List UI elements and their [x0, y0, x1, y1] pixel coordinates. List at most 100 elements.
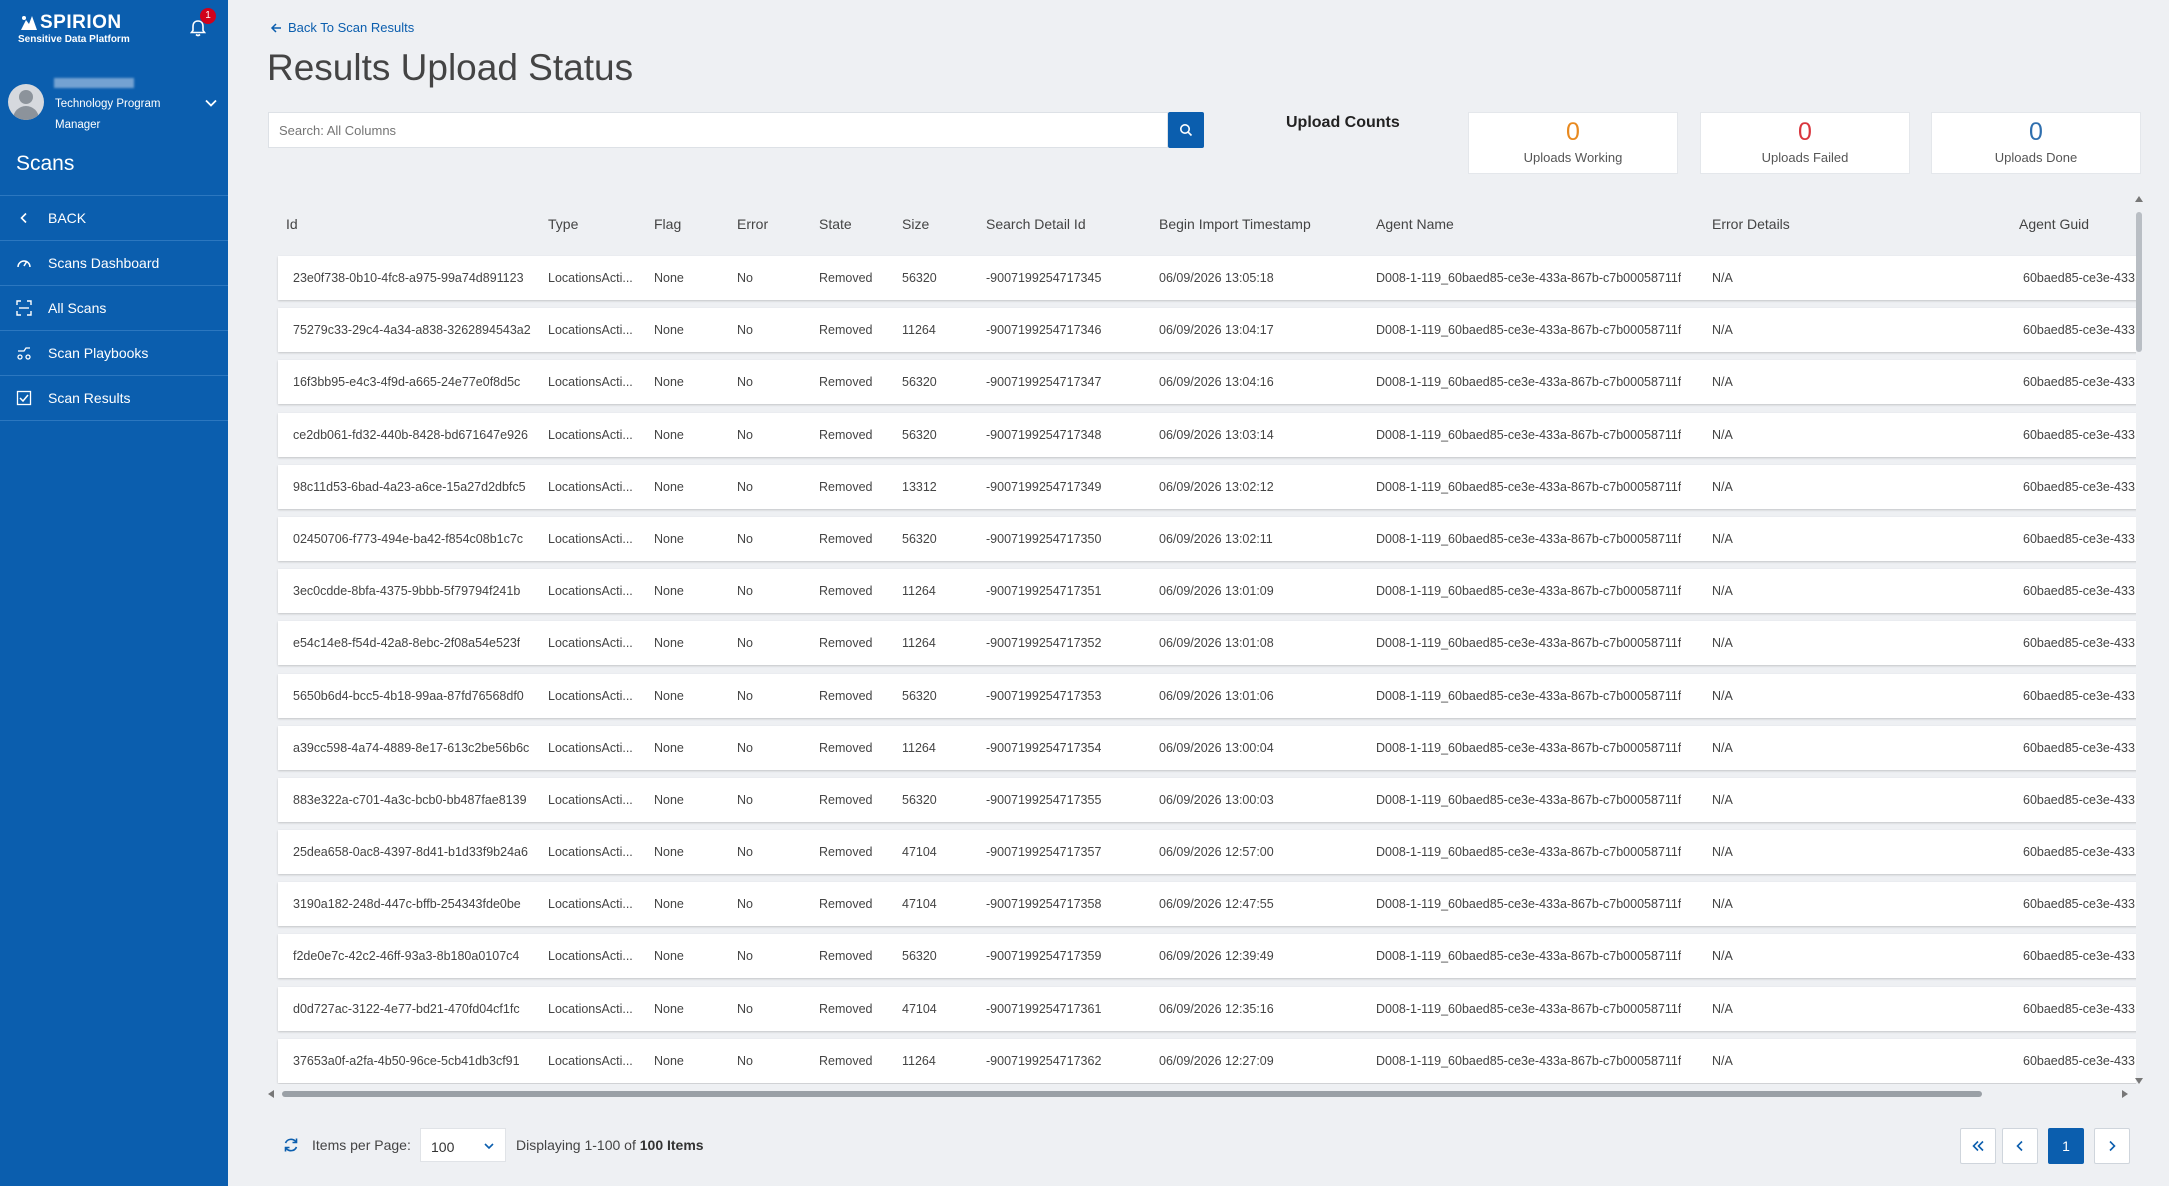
- table-cell: 75279c33-29c4-4a34-a838-3262894543a2: [293, 323, 531, 338]
- table-cell: e54c14e8-f54d-42a8-8ebc-2f08a54e523f: [293, 636, 521, 651]
- table-cell: N/A: [1712, 1053, 1733, 1068]
- table-cell: Removed: [819, 688, 873, 703]
- table-cell: 06/09/2026 13:02:12: [1159, 479, 1274, 494]
- gauge-icon: [16, 255, 32, 271]
- table-row[interactable]: 5650b6d4-bcc5-4b18-99aa-87fd76568df0 Loca…: [278, 673, 2136, 718]
- column-header[interactable]: Type: [548, 216, 578, 232]
- table-row[interactable]: 3190a182-248d-447c-bffb-254343fde0be Loca…: [278, 882, 2136, 927]
- table-cell: 56320: [902, 688, 937, 703]
- horizontal-scroll-thumb[interactable]: [282, 1091, 1982, 1097]
- table-cell: 60baed85-ce3e-433: [2023, 479, 2135, 494]
- table-cell: -9007199254717352: [986, 636, 1102, 651]
- scroll-right-icon[interactable]: [2122, 1090, 2128, 1098]
- user-profile[interactable]: Technology Program Manager: [8, 78, 220, 134]
- table-row[interactable]: 02450706-f773-494e-ba42-f854c08b1c7c Loca…: [278, 516, 2136, 561]
- table-cell: 11264: [902, 584, 936, 599]
- notification-badge: 1: [200, 8, 216, 24]
- spirion-logo[interactable]: SPIRION Sensitive Data Platform: [18, 12, 130, 45]
- first-page-button[interactable]: [1960, 1128, 1996, 1164]
- table-cell: D008-1-119_60baed85-ce3e-433a-867b-c7b00…: [1376, 688, 1682, 703]
- next-page-button[interactable]: [2094, 1128, 2130, 1164]
- vertical-scrollbar[interactable]: [2132, 196, 2146, 1084]
- table-cell: No: [737, 1053, 753, 1068]
- table-cell: D008-1-119_60baed85-ce3e-433a-867b-c7b00…: [1376, 949, 1682, 964]
- table-row[interactable]: 98c11d53-6bad-4a23-a6ce-15a27d2dbfc5 Loca…: [278, 464, 2136, 509]
- uploads-done-card: 0 Uploads Done: [1931, 112, 2141, 174]
- items-per-page-select[interactable]: 100: [420, 1128, 506, 1162]
- table-row[interactable]: 37653a0f-a2fa-4b50-96ce-5cb41db3cf91 Loca…: [278, 1038, 2136, 1083]
- table-cell: None: [654, 427, 684, 442]
- user-role: Technology Program Manager: [55, 98, 161, 131]
- sidebar-item-back[interactable]: BACK: [0, 196, 228, 241]
- vertical-scroll-thumb[interactable]: [2136, 212, 2142, 352]
- table-cell: LocationsActi...: [548, 427, 633, 442]
- sidebar-item-scans-dashboard[interactable]: Scans Dashboard: [0, 241, 228, 286]
- table-cell: None: [654, 792, 684, 807]
- column-header[interactable]: Begin Import Timestamp: [1159, 216, 1311, 232]
- column-header[interactable]: Id: [286, 216, 298, 232]
- table-row[interactable]: 23e0f738-0b10-4fc8-a975-99a74d891123 Loca…: [278, 256, 2136, 300]
- column-header[interactable]: Agent Guid: [2019, 216, 2089, 232]
- table-cell: LocationsActi...: [548, 949, 633, 964]
- back-to-scan-results-link[interactable]: Back To Scan Results: [270, 20, 414, 35]
- column-header[interactable]: Agent Name: [1376, 216, 1454, 232]
- table-cell: None: [654, 949, 684, 964]
- table-cell: No: [737, 688, 753, 703]
- column-header[interactable]: Error Details: [1712, 216, 1790, 232]
- table-row[interactable]: 3ec0cdde-8bfa-4375-9bbb-5f79794f241b Loca…: [278, 569, 2136, 614]
- search-input[interactable]: [269, 113, 1167, 147]
- scroll-down-icon[interactable]: [2135, 1078, 2143, 1084]
- column-header[interactable]: Error: [737, 216, 768, 232]
- table-cell: 25dea658-0ac8-4397-8d41-b1d33f9b24a6: [293, 845, 528, 860]
- scroll-left-icon[interactable]: [268, 1090, 274, 1098]
- table-cell: N/A: [1712, 792, 1733, 807]
- table-cell: No: [737, 740, 753, 755]
- table-cell: N/A: [1712, 479, 1733, 494]
- scroll-up-icon[interactable]: [2135, 196, 2143, 202]
- table-cell: No: [737, 949, 753, 964]
- table-cell: -9007199254717361: [986, 1001, 1102, 1016]
- search-button[interactable]: [1168, 112, 1204, 148]
- chevron-down-icon[interactable]: [204, 96, 218, 110]
- table-row[interactable]: e54c14e8-f54d-42a8-8ebc-2f08a54e523f Loca…: [278, 621, 2136, 666]
- sidebar-item-scan-playbooks[interactable]: Scan Playbooks: [0, 331, 228, 376]
- page-1-button[interactable]: 1: [2048, 1128, 2084, 1164]
- table-row[interactable]: d0d727ac-3122-4e77-bd21-470fd04cf1fc Loca…: [278, 986, 2136, 1031]
- table-cell: None: [654, 688, 684, 703]
- table-cell: Removed: [819, 845, 873, 860]
- table-row[interactable]: 25dea658-0ac8-4397-8d41-b1d33f9b24a6 Loca…: [278, 830, 2136, 875]
- horizontal-scrollbar[interactable]: [268, 1088, 2128, 1100]
- table-row[interactable]: 883e322a-c701-4a3c-bcb0-bb487fae8139 Loca…: [278, 777, 2136, 822]
- table-row[interactable]: ce2db061-fd32-440b-8428-bd671647e926 Loca…: [278, 412, 2136, 457]
- table-cell: LocationsActi...: [548, 688, 633, 703]
- table-row[interactable]: a39cc598-4a74-4889-8e17-613c2be56b6c Loca…: [278, 725, 2136, 770]
- table-cell: No: [737, 845, 753, 860]
- refresh-icon[interactable]: [282, 1136, 300, 1154]
- table-cell: LocationsActi...: [548, 1001, 633, 1016]
- table-cell: No: [737, 897, 753, 912]
- table-row[interactable]: 16f3bb95-e4c3-4f9d-a665-24e77e0f8d5c Loca…: [278, 360, 2136, 405]
- column-header[interactable]: State: [819, 216, 852, 232]
- table-cell: 60baed85-ce3e-433: [2023, 949, 2135, 964]
- sidebar-item-scan-results[interactable]: Scan Results: [0, 376, 228, 421]
- previous-page-button[interactable]: [2002, 1128, 2038, 1164]
- table-cell: 60baed85-ce3e-433: [2023, 636, 2135, 651]
- table-cell: D008-1-119_60baed85-ce3e-433a-867b-c7b00…: [1376, 427, 1682, 442]
- displaying-prefix: Displaying 1-100 of: [516, 1137, 636, 1153]
- table-cell: None: [654, 531, 684, 546]
- sidebar-item-all-scans[interactable]: All Scans: [0, 286, 228, 331]
- table-cell: D008-1-119_60baed85-ce3e-433a-867b-c7b00…: [1376, 1001, 1682, 1016]
- table-cell: None: [654, 636, 684, 651]
- column-header[interactable]: Size: [902, 216, 929, 232]
- table-cell: 60baed85-ce3e-433: [2023, 1053, 2135, 1068]
- table-cell: D008-1-119_60baed85-ce3e-433a-867b-c7b00…: [1376, 271, 1682, 285]
- table-row[interactable]: 75279c33-29c4-4a34-a838-3262894543a2 Loca…: [278, 308, 2136, 353]
- column-header[interactable]: Search Detail Id: [986, 216, 1086, 232]
- chevron-down-icon: [484, 1143, 494, 1150]
- column-header[interactable]: Flag: [654, 216, 681, 232]
- table-row[interactable]: f2de0e7c-42c2-46ff-93a3-8b180a0107c4 Loca…: [278, 934, 2136, 979]
- table-body: 23e0f738-0b10-4fc8-a975-99a74d891123 Loca…: [278, 256, 2136, 1084]
- table-cell: None: [654, 375, 684, 390]
- table-cell: 06/09/2026 13:01:09: [1159, 584, 1274, 599]
- table-cell: None: [654, 1001, 684, 1016]
